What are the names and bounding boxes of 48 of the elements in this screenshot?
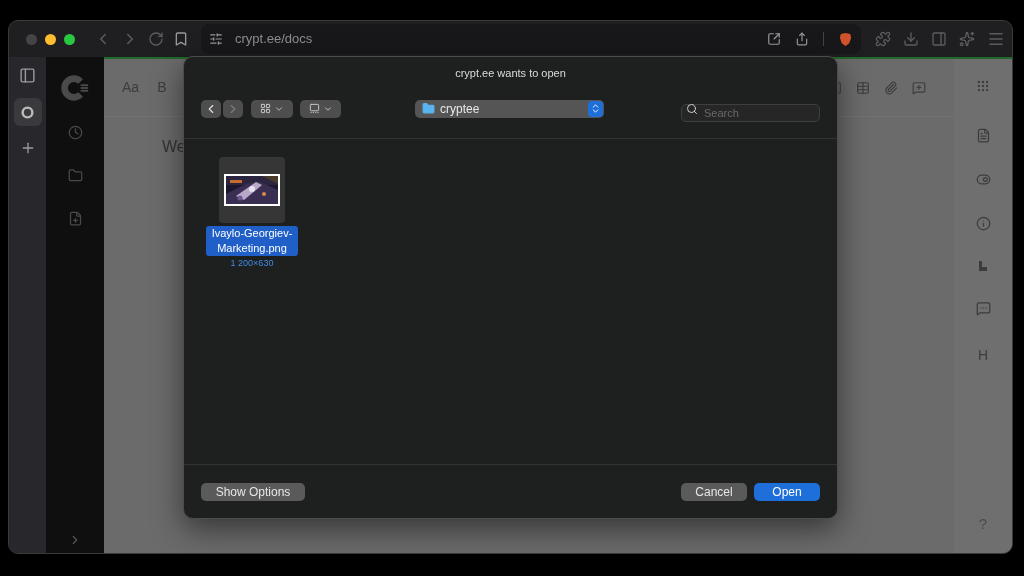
grip-icon[interactable]: [976, 79, 990, 93]
share-icon[interactable]: [795, 32, 809, 46]
table-icon[interactable]: [856, 80, 870, 95]
dialog-title: crypt.ee wants to open: [454, 66, 567, 81]
reload-icon[interactable]: [148, 31, 164, 47]
panel-icon[interactable]: [19, 67, 36, 84]
maximize-window-button[interactable]: [64, 33, 75, 45]
open-external-icon[interactable]: [767, 32, 781, 46]
extensions-icon[interactable]: [875, 31, 891, 47]
sparkle-icon[interactable]: [959, 31, 975, 47]
close-window-button[interactable]: [26, 33, 37, 45]
grid-icon: [260, 103, 271, 114]
sidebar-icon[interactable]: [931, 31, 947, 47]
new-document-icon[interactable]: [67, 211, 83, 226]
menu-icon[interactable]: [987, 30, 1005, 48]
show-options-button[interactable]: Show Options: [201, 482, 305, 501]
address-bar[interactable]: crypt.ee/docs: [201, 24, 861, 54]
file-item[interactable]: Ivaylo-Georgiev-Marketing.png 1 200×630: [204, 156, 300, 270]
attach-icon[interactable]: [884, 80, 898, 95]
chat-icon[interactable]: [975, 301, 991, 316]
file-dimensions: 1 200×630: [230, 256, 274, 270]
group-button[interactable]: [300, 99, 341, 118]
app-tab[interactable]: [13, 98, 42, 126]
site-settings-icon[interactable]: [209, 32, 223, 46]
location-dropdown[interactable]: cryptee: [415, 99, 604, 118]
file-name: Ivaylo-Georgiev-Marketing.png: [206, 225, 298, 256]
recent-icon[interactable]: [67, 125, 83, 140]
download-icon[interactable]: [903, 31, 919, 47]
group-icon: [308, 103, 320, 114]
back-button[interactable]: [201, 99, 221, 118]
dialog-button[interactable]: Open: [754, 482, 820, 501]
logo-icon: [21, 105, 34, 119]
minimize-window-button[interactable]: [45, 33, 56, 45]
forward-button[interactable]: [223, 99, 243, 118]
document-icon[interactable]: [975, 128, 991, 143]
info-icon[interactable]: [975, 216, 991, 231]
folder-icon[interactable]: [67, 168, 83, 183]
dialog-button[interactable]: Cancel: [681, 482, 747, 501]
folder-icon: [422, 102, 435, 115]
view-mode-button[interactable]: [251, 99, 293, 118]
comment-icon[interactable]: [912, 80, 926, 95]
logo-icon[interactable]: [60, 73, 90, 103]
stepper-icon: [588, 100, 603, 117]
search-icon: [686, 102, 698, 115]
search-field[interactable]: Search: [681, 103, 820, 122]
bookmark-icon[interactable]: [173, 31, 189, 47]
url-text: crypt.ee/docs: [235, 30, 313, 49]
toggle-icon[interactable]: [975, 172, 991, 187]
